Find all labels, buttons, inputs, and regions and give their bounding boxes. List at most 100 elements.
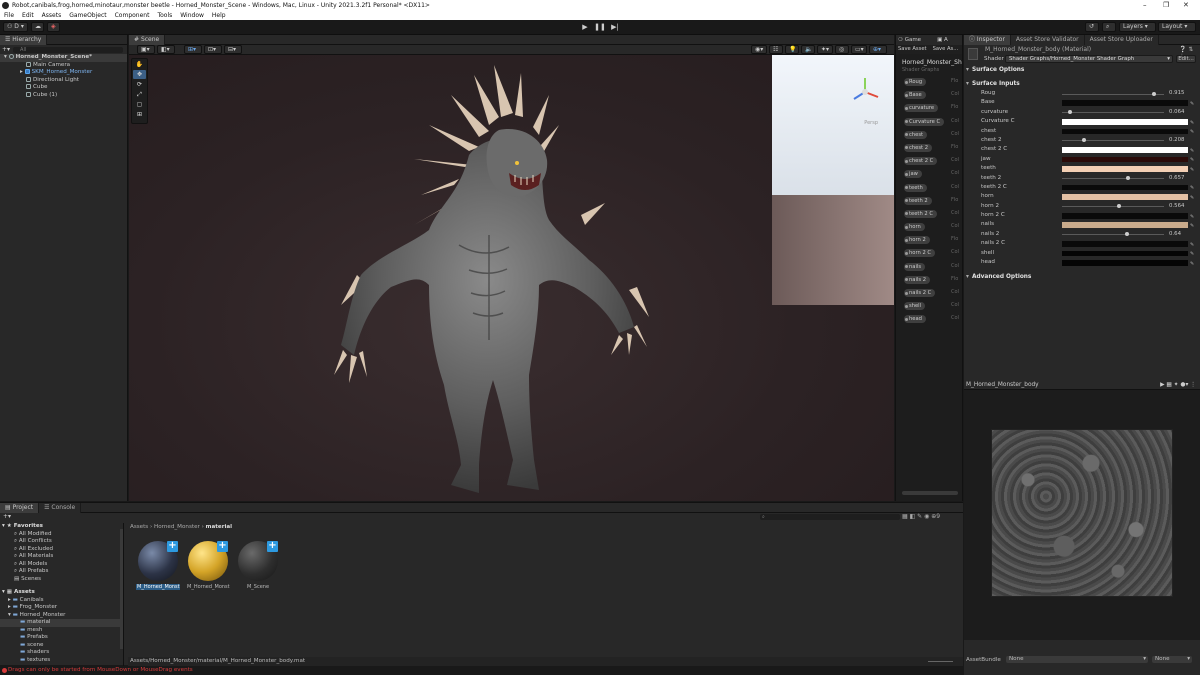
tab-asset-store-uploader[interactable]: Asset Store Uploader bbox=[1084, 34, 1159, 45]
blackboard-property[interactable]: shell Col bbox=[896, 300, 962, 313]
property-slider[interactable] bbox=[1062, 204, 1164, 209]
eyedropper-icon[interactable]: ✎ bbox=[1190, 194, 1195, 201]
surface-inputs-foldout[interactable]: Surface Inputs bbox=[964, 79, 1200, 89]
property-slider[interactable] bbox=[1062, 110, 1164, 115]
breadcrumb-horned-monster[interactable]: Horned_Monster bbox=[154, 524, 200, 530]
project-search-input[interactable]: ⌕ bbox=[760, 514, 900, 520]
eyedropper-icon[interactable]: ✎ bbox=[1190, 213, 1195, 220]
color-swatch[interactable] bbox=[1062, 222, 1188, 228]
account-button[interactable]: ⚇ D ▾ bbox=[3, 22, 28, 32]
slider-knob[interactable] bbox=[1151, 91, 1156, 96]
color-swatch[interactable] bbox=[1062, 194, 1188, 200]
favorite-item[interactable]: ▤ Scenes bbox=[0, 576, 123, 584]
slider-knob[interactable] bbox=[1126, 176, 1131, 181]
add-icon[interactable]: +▾ bbox=[2, 46, 10, 53]
close-icon[interactable]: ✕ bbox=[1183, 0, 1189, 11]
property-slider[interactable] bbox=[1062, 138, 1164, 143]
project-folder[interactable]: ▸ ▬ Canibals bbox=[0, 597, 123, 605]
gizmos-toggle-icon[interactable]: ⊕▾ bbox=[869, 45, 887, 54]
blackboard-property[interactable]: teeth 2 Flo bbox=[896, 195, 962, 208]
property-value[interactable]: 0.64 bbox=[1169, 230, 1181, 239]
move-tool-icon[interactable]: ✥ bbox=[133, 70, 146, 79]
step-button[interactable]: ▶| bbox=[609, 23, 621, 32]
eyedropper-icon[interactable]: ✎ bbox=[1190, 222, 1195, 229]
color-swatch[interactable] bbox=[1062, 260, 1188, 266]
audio-toggle-icon[interactable]: 🔈 bbox=[801, 45, 815, 54]
property-value[interactable]: 0.564 bbox=[1169, 202, 1184, 211]
snap-increment-button[interactable]: ⊡▾ bbox=[204, 45, 222, 54]
blackboard-property[interactable]: teeth Col bbox=[896, 182, 962, 195]
collab-icon[interactable]: ◈ bbox=[47, 22, 60, 32]
eyedropper-icon[interactable]: ✎ bbox=[1190, 119, 1195, 126]
transform-tool-icon[interactable]: ⊞ bbox=[133, 110, 146, 119]
menu-help[interactable]: Help bbox=[212, 11, 226, 20]
eyedropper-icon[interactable]: ✎ bbox=[1190, 250, 1195, 257]
hand-tool-icon[interactable]: ✋ bbox=[133, 60, 146, 69]
assetbundle-variant-dropdown[interactable]: None ▾ bbox=[1152, 656, 1192, 663]
shader-dropdown[interactable]: Shader Graphs/Horned_Monster Shader Grap… bbox=[1005, 55, 1173, 63]
slider-knob[interactable] bbox=[1117, 204, 1122, 209]
color-swatch[interactable] bbox=[1062, 166, 1188, 172]
blackboard-property[interactable]: Base Col bbox=[896, 89, 962, 102]
slider-knob[interactable] bbox=[1082, 138, 1087, 143]
blackboard-property[interactable]: nails 2 Flo bbox=[896, 274, 962, 287]
rotate-tool-icon[interactable]: ⟳ bbox=[133, 80, 146, 89]
property-value[interactable]: 0.915 bbox=[1169, 89, 1184, 98]
surface-options-foldout[interactable]: Surface Options bbox=[964, 65, 1200, 75]
hierarchy-search-input[interactable]: All bbox=[13, 46, 123, 53]
blackboard-property[interactable]: horn 2 Flo bbox=[896, 234, 962, 247]
blackboard-property[interactable]: chest 2 Flo bbox=[896, 142, 962, 155]
hidden-objects-icon[interactable]: ◎ bbox=[835, 45, 849, 54]
menu-edit[interactable]: Edit bbox=[22, 11, 34, 20]
asset-tile[interactable]: + M_Horned_Monst... bbox=[186, 541, 230, 591]
project-folder[interactable]: ▬ scene bbox=[0, 642, 123, 650]
eyedropper-icon[interactable]: ✎ bbox=[1190, 260, 1195, 267]
color-swatch[interactable] bbox=[1062, 119, 1188, 125]
scene-camera-icon[interactable]: ◉▾ bbox=[751, 45, 767, 54]
pause-button[interactable]: ❚❚ bbox=[594, 23, 606, 32]
hierarchy-item[interactable]: Directional Light bbox=[0, 76, 127, 85]
thumbnail-size-slider[interactable] bbox=[928, 661, 953, 662]
advanced-options-foldout[interactable]: Advanced Options bbox=[964, 272, 1200, 282]
play-button[interactable]: ▶ bbox=[579, 23, 591, 32]
hierarchy-item[interactable]: Cube bbox=[0, 84, 127, 92]
tab-console[interactable]: ☰ Console bbox=[39, 502, 82, 513]
eyedropper-icon[interactable]: ✎ bbox=[1190, 166, 1195, 173]
rect-tool-icon[interactable]: ▢ bbox=[133, 100, 146, 109]
tab-shadergraph[interactable]: ▣ A bbox=[937, 37, 948, 43]
breadcrumb-assets[interactable]: Assets bbox=[130, 524, 148, 530]
blackboard-property[interactable]: Curvature C Col bbox=[896, 116, 962, 129]
property-slider[interactable] bbox=[1062, 232, 1164, 237]
property-slider[interactable] bbox=[1062, 176, 1164, 181]
assetbundle-dropdown[interactable]: None ▾ bbox=[1006, 656, 1148, 663]
color-swatch[interactable] bbox=[1062, 213, 1188, 219]
layers-visibility-icon[interactable]: ☷ bbox=[769, 45, 783, 54]
project-folder[interactable]: ▬ shaders bbox=[0, 649, 123, 657]
property-slider[interactable] bbox=[1062, 91, 1164, 96]
tab-project[interactable]: ▤ Project bbox=[0, 502, 40, 513]
slider-knob[interactable] bbox=[1124, 232, 1129, 237]
maximize-icon[interactable]: ❐ bbox=[1163, 0, 1169, 11]
save-asset-button[interactable]: Save Asset bbox=[898, 45, 927, 54]
favorites-header[interactable]: ▾ ★ Favorites bbox=[0, 523, 123, 531]
tab-hierarchy[interactable]: ☰ Hierarchy bbox=[0, 34, 48, 45]
project-folder[interactable]: ▸ ▬ Frog_Monster bbox=[0, 604, 123, 612]
favorite-item[interactable]: ⌕ All Materials bbox=[0, 553, 123, 561]
asset-tile[interactable]: + M_Horned_Monst... bbox=[136, 541, 180, 590]
layout-dropdown[interactable]: Layout ▾ bbox=[1158, 22, 1196, 32]
color-swatch[interactable] bbox=[1062, 250, 1188, 257]
blackboard-property[interactable]: jaw Col bbox=[896, 168, 962, 181]
color-swatch[interactable] bbox=[1062, 184, 1188, 191]
draw-mode-button[interactable]: ◧▾ bbox=[157, 45, 175, 54]
save-as-button[interactable]: Save As... bbox=[933, 45, 959, 54]
color-swatch[interactable] bbox=[1062, 147, 1188, 153]
menu-assets[interactable]: Assets bbox=[42, 11, 62, 20]
favorite-item[interactable]: ⌕ All Prefabs bbox=[0, 568, 123, 576]
assets-header[interactable]: ▾ ▦ Assets bbox=[0, 589, 123, 597]
color-swatch[interactable] bbox=[1062, 156, 1188, 163]
eyedropper-icon[interactable]: ✎ bbox=[1190, 156, 1195, 163]
blackboard-scrollbar[interactable] bbox=[902, 491, 958, 495]
menu-tools[interactable]: Tools bbox=[157, 11, 172, 20]
property-value[interactable]: 0.208 bbox=[1169, 136, 1184, 145]
scene-viewport[interactable]: Persp bbox=[129, 55, 894, 501]
